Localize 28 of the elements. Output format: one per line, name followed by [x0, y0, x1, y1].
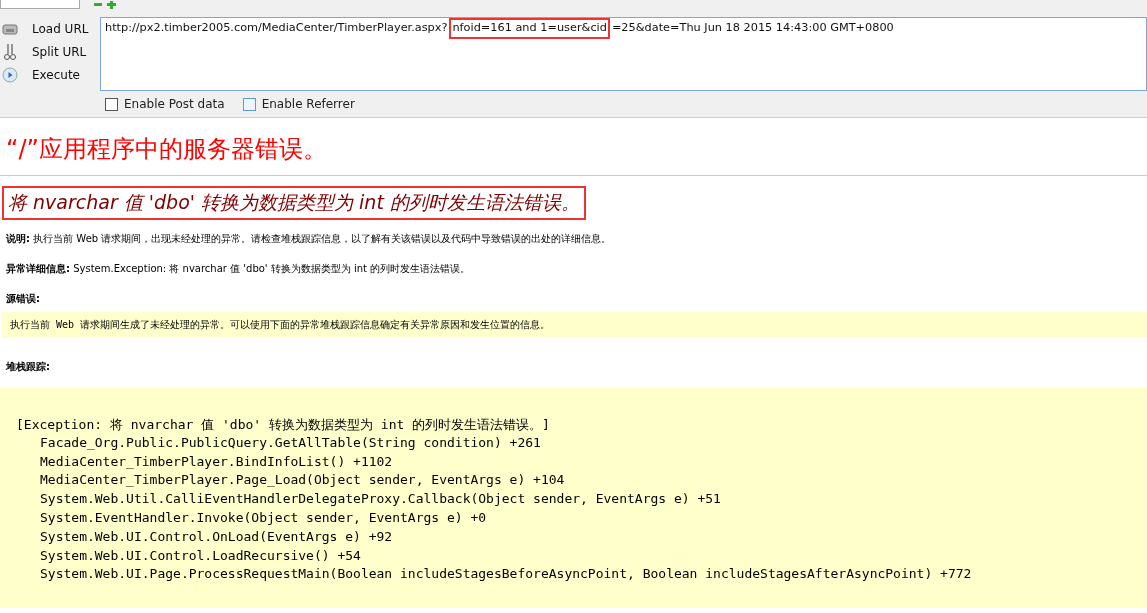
stack-trace-line: System.Web.UI.Control.LoadRecursive() +54: [39, 547, 362, 565]
scissors-icon: [2, 42, 18, 61]
checkbox[interactable]: [242, 97, 256, 111]
description-text: 执行当前 Web 请求期间，出现未经处理的异常。请检查堆栈跟踪信息，以了解有关该错误以及代码中导致错误的出处的详细信息。: [33, 233, 612, 244]
stack-trace-line: System.Web.UI.Page.ProcessRequestMain(Boolean includeStagesBeforeAsyncPoint, Boolean includeStagesAfterAsyncPoint) +772: [39, 566, 973, 584]
checkbox-label: Enable Post data: [124, 97, 225, 111]
stack-trace-line: MediaCenter_TimberPlayer.Page_Load(Object sender, EventArgs e) +104: [39, 472, 566, 490]
url-field[interactable]: http://px2.timber2005.com/MediaCenter/TimberPlayer.aspx? nfoid=161 and 1=user&cid =25&date=Thu Jun 18 2015 14:43:00 GMT+0800: [100, 17, 1147, 91]
field-label: 说明:: [6, 233, 30, 244]
source-error-text: 执行当前 Web 请求期间生成了未经处理的异常。可以使用下面的异常堆栈跟踪信息确定有关异常原因和发生位置的信息。: [10, 319, 551, 330]
error-title: “/”应用程序中的服务器错误。: [6, 134, 327, 165]
checkbox[interactable]: [105, 97, 118, 111]
stack-trace-line: System.Web.UI.Control.OnLoad(EventArgs e) +92: [39, 528, 394, 546]
action-button[interactable]: Execute: [32, 67, 80, 82]
action-button[interactable]: Split URL: [32, 44, 87, 59]
field-label: 源错误:: [6, 293, 40, 304]
action-button[interactable]: Load URL: [32, 21, 89, 36]
stack-trace-line: MediaCenter_TimberPlayer.BindInfoList() +1102: [39, 453, 394, 471]
stack-trace-line: System.Web.Util.CalliEventHandlerDelegateProxy.Callback(Object sender, EventArgs e) +51: [39, 491, 722, 509]
error-message: 将 nvarchar 值 'dbo' 转换为数据类型为 int 的列时发生语法错误。: [2, 186, 586, 220]
field-label: 堆栈跟踪:: [6, 361, 50, 372]
stack-trace-line: System.EventHandler.Invoke(Object sender, EventArgs e) +0: [39, 510, 488, 527]
play-icon: [2, 66, 18, 83]
stack-trace-header: [Exception: 将 nvarchar 值 'dbo' 转换为数据类型为 int 的列时发生语法错误。]: [16, 416, 551, 434]
field-label: 异常详细信息:: [6, 263, 70, 274]
exception-text: System.Exception: 将 nvarchar 值 'dbo' 转换为数据类型为 int 的列时发生语法错误。: [73, 263, 471, 274]
checkbox-label: Enable Referrer: [261, 97, 355, 111]
stack-trace-line: Facade_Org.Public.PublicQuery.GetAllTable(String condition) +261: [39, 434, 542, 452]
